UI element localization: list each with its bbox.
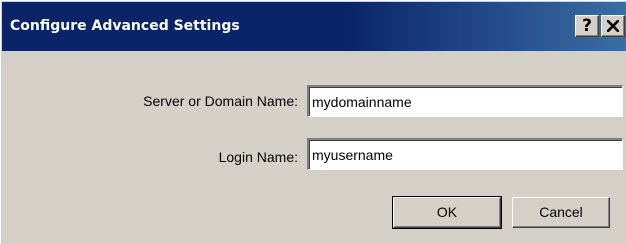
configure-advanced-settings-dialog: Configure Advanced Settings ? Server or …: [0, 0, 626, 244]
server-or-domain-name-label: Server or Domain Name:: [143, 93, 298, 109]
help-button[interactable]: ?: [575, 15, 599, 37]
login-name-input[interactable]: [307, 138, 623, 170]
server-or-domain-name-input[interactable]: [307, 85, 623, 117]
ok-button[interactable]: OK: [392, 196, 502, 229]
close-button[interactable]: [601, 15, 625, 37]
dialog-title: Configure Advanced Settings: [10, 18, 240, 34]
login-name-label: Login Name:: [218, 149, 298, 165]
cancel-button[interactable]: Cancel: [512, 197, 610, 228]
close-icon: [607, 20, 619, 32]
title-bar[interactable]: Configure Advanced Settings ?: [2, 2, 626, 51]
